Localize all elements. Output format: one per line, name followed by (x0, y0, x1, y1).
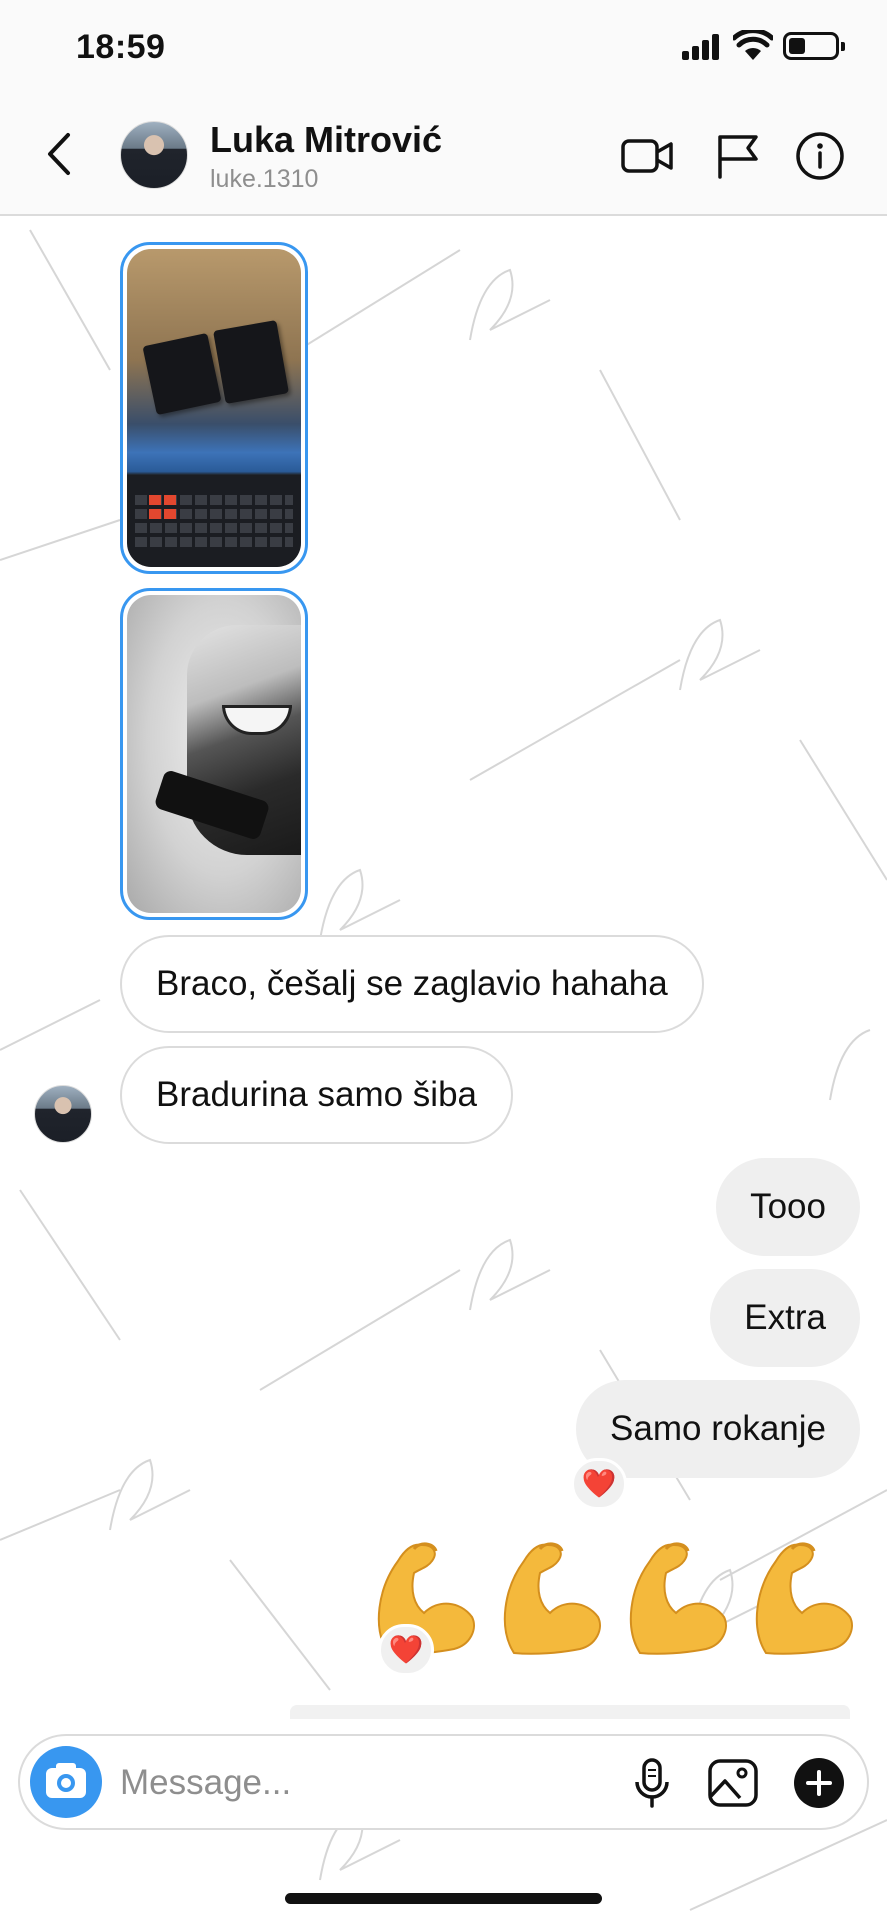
plus-icon[interactable] (792, 1756, 846, 1810)
incoming-message[interactable]: Braco, češalj se zaglavio hahaha (120, 935, 704, 1033)
message-input[interactable] (120, 1754, 620, 1812)
incoming-message[interactable]: Bradurina samo šiba (120, 1046, 513, 1144)
video-camera-icon[interactable] (620, 131, 674, 181)
sender-avatar[interactable] (34, 1085, 92, 1143)
camera-button[interactable] (30, 1746, 102, 1818)
microphone-icon[interactable] (625, 1756, 679, 1810)
back-chevron-icon[interactable] (40, 129, 80, 179)
home-indicator (285, 1893, 602, 1904)
cellular-signal-icon (682, 34, 722, 60)
partial-message-edge (290, 1705, 850, 1719)
contact-avatar[interactable] (120, 121, 188, 189)
battery-icon (783, 32, 845, 60)
photo-message[interactable] (120, 588, 308, 920)
contact-username: luke.1310 (210, 165, 319, 193)
heart-reaction[interactable]: ❤️ (571, 1458, 627, 1510)
flexed-biceps-icon (755, 1542, 853, 1655)
flexed-biceps-icon (629, 1542, 727, 1655)
flexed-biceps-icon (503, 1542, 601, 1655)
outgoing-message[interactable]: Extra (710, 1269, 860, 1367)
message-composer (18, 1734, 869, 1830)
info-icon[interactable] (793, 131, 847, 181)
photo-keyboard-boxes (127, 249, 301, 567)
contact-name[interactable]: Luka Mitrović (210, 119, 442, 161)
gallery-icon[interactable] (706, 1756, 760, 1810)
status-bar: 18:59 (0, 0, 887, 95)
emoji-message[interactable] (368, 1533, 868, 1665)
heart-reaction[interactable]: ❤️ (378, 1624, 434, 1676)
camera-icon (46, 1763, 86, 1798)
outgoing-message[interactable]: Samo rokanje (576, 1380, 860, 1478)
conversation-header: Luka Mitrović luke.1310 (0, 95, 887, 216)
outgoing-message[interactable]: Tooo (716, 1158, 860, 1256)
flag-icon[interactable] (712, 131, 766, 181)
wifi-icon (733, 30, 773, 60)
photo-bearded-selfie (127, 595, 301, 913)
photo-message[interactable] (120, 242, 308, 574)
status-time: 18:59 (76, 28, 166, 66)
